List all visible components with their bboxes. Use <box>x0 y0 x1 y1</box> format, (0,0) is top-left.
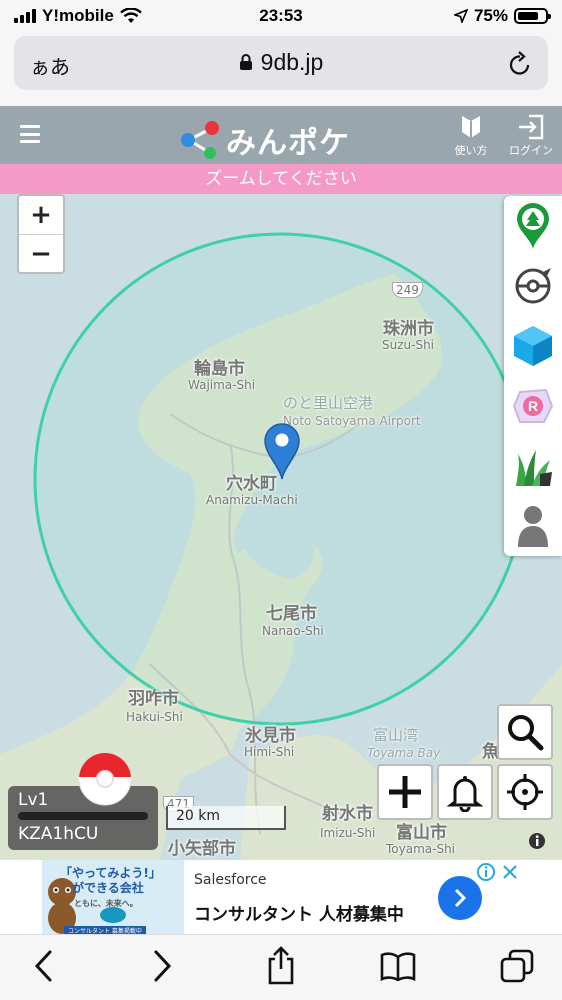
person-icon <box>518 506 548 547</box>
toyama-bay-label: 富山湾 <box>373 726 419 744</box>
suzu-label: 珠洲市 <box>383 319 434 339</box>
beginner-mark-icon <box>462 116 480 138</box>
grass-icon <box>516 450 552 486</box>
app-logo[interactable]: みんポケ <box>180 118 350 162</box>
salesforce-cloud-icon <box>100 907 126 923</box>
himi-label: 氷見市 <box>245 726 296 746</box>
back-icon[interactable] <box>34 949 54 983</box>
share-logo-icon <box>181 121 219 159</box>
login-label: ログイン <box>509 144 553 157</box>
toyama-bay-en-label: Toyama Bay <box>367 746 441 760</box>
pokeball-compass-icon <box>515 268 551 304</box>
zoom-out-button[interactable]: − <box>19 234 63 272</box>
wild-spawn-filter-button[interactable] <box>504 436 562 496</box>
ad-image-text-1: 「やってみよう!」 <box>60 866 161 880</box>
hakui-label: 羽咋市 <box>128 689 179 709</box>
raid-icon: R <box>512 388 554 423</box>
status-right: 75% <box>453 6 551 26</box>
player-level: Lv1 <box>18 790 49 810</box>
menu-icon[interactable] <box>20 125 40 143</box>
pokestop-filter-button[interactable] <box>504 256 562 316</box>
map-scale: 20 km <box>166 806 286 830</box>
zoom-in-button[interactable]: + <box>19 196 63 234</box>
info-icon[interactable] <box>528 832 546 850</box>
imizu-label: 射水市 <box>322 804 373 824</box>
location-arrow-icon <box>453 9 468 23</box>
location-marker-icon[interactable] <box>263 422 301 480</box>
toyama-label: 富山市 <box>396 823 447 843</box>
ad-image[interactable]: 「やってみよう!」 ができる会社 ともに、未来へ。 コンサルタント 募集掲載中 <box>42 860 184 935</box>
battery-percent: 75% <box>473 6 508 25</box>
nest-filter-button[interactable] <box>504 196 562 256</box>
login-button[interactable]: ログイン <box>503 114 559 158</box>
blue-cube-icon <box>514 326 552 366</box>
ad-info-icon[interactable] <box>476 862 496 882</box>
login-icon <box>519 114 544 140</box>
tabs-icon[interactable] <box>500 949 534 983</box>
toyama-en-label: Toyama-Shi <box>386 842 456 856</box>
ad-banner[interactable]: 「やってみよう!」 ができる会社 ともに、未来へ。 コンサルタント 募集掲載中 … <box>0 860 562 935</box>
search-icon <box>508 715 544 751</box>
oyabe-label: 小矢部市 <box>168 839 236 859</box>
plus-icon <box>389 776 421 808</box>
airport-en-label: Noto Satoyama Airport <box>283 414 421 428</box>
suzu-en-label: Suzu-Shi <box>382 338 435 352</box>
wajima-label: 輪島市 <box>194 359 245 379</box>
url-display[interactable]: 9db.jp <box>14 49 548 76</box>
map-pin-tree-icon <box>517 203 549 249</box>
ad-brand: Salesforce <box>194 872 267 888</box>
crosshair-icon <box>507 774 543 810</box>
wajima-en-label: Wajima-Shi <box>188 378 256 392</box>
battery-level <box>518 12 538 20</box>
hakui-en-label: Hakui-Shi <box>126 710 183 724</box>
pokeball-icon[interactable] <box>77 751 133 807</box>
himi-en-label: Himi-Shi <box>244 745 295 759</box>
side-panel: R <box>504 196 562 556</box>
chevron-right-icon <box>454 888 467 908</box>
xp-bar <box>18 812 148 820</box>
user-filter-button[interactable] <box>504 496 562 556</box>
logo-text: みんポケ <box>226 126 350 161</box>
svg-text:R: R <box>528 398 538 414</box>
bell-icon <box>446 776 484 812</box>
forward-icon[interactable] <box>152 949 172 983</box>
search-button[interactable] <box>497 704 553 760</box>
airport-label: のと里山空港 <box>283 394 374 412</box>
bookmarks-icon[interactable] <box>380 951 416 981</box>
share-icon[interactable] <box>266 945 296 985</box>
url-text: 9db.jp <box>260 49 324 75</box>
guide-button[interactable]: 使い方 <box>443 114 499 158</box>
add-button[interactable] <box>377 764 433 820</box>
route-249-label: 249 <box>392 282 423 298</box>
nanao-en-label: Nanao-Shi <box>262 624 324 638</box>
map[interactable]: 249 珠洲市 Suzu-Shi 輪島市 Wajima-Shi のと里山空港 N… <box>0 194 562 860</box>
ad-close-icon[interactable] <box>500 862 520 882</box>
ad-open-button[interactable] <box>438 876 482 920</box>
zoom-banner: ズームしてください <box>0 164 562 194</box>
ad-choices[interactable] <box>476 862 520 882</box>
address-bar[interactable]: ぁあ 9db.jp <box>14 36 548 90</box>
browser-toolbar <box>0 934 562 1000</box>
locate-me-button[interactable] <box>497 764 553 820</box>
status-bar: Y!mobile 23:53 75% <box>0 0 562 32</box>
lock-icon <box>239 54 252 70</box>
battery-icon <box>514 8 551 24</box>
app-header: みんポケ 使い方 ログイン <box>0 106 562 164</box>
imizu-en-label: Imizu-Shi <box>320 826 376 840</box>
gym-filter-button[interactable] <box>504 316 562 376</box>
guide-label: 使い方 <box>454 144 488 157</box>
notification-button[interactable] <box>437 764 493 820</box>
ad-title[interactable]: コンサルタント 人材募集中 <box>194 900 404 925</box>
reload-icon[interactable] <box>508 50 532 76</box>
zoom-control: + − <box>17 194 65 274</box>
nanao-label: 七尾市 <box>266 604 317 624</box>
anamizu-en-label: Anamizu-Machi <box>206 493 298 507</box>
player-name: KZA1hCU <box>18 824 99 844</box>
ad-image-text-2: ができる会社 <box>72 881 144 895</box>
raid-filter-button[interactable]: R <box>504 376 562 436</box>
